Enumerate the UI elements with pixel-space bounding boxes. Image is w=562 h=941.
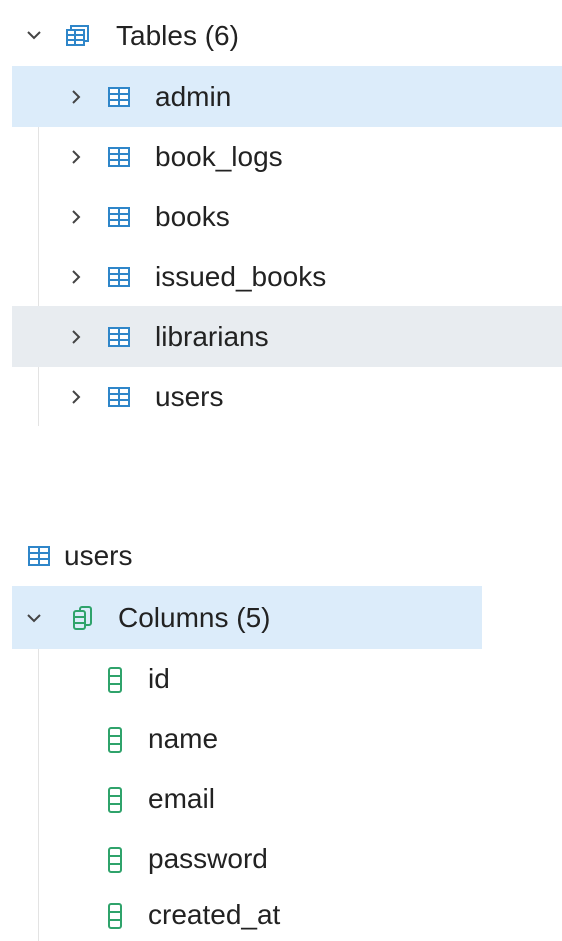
column-node-password[interactable]: password (12, 829, 482, 889)
chevron-down-icon[interactable] (26, 610, 42, 626)
table-label: book_logs (155, 141, 283, 172)
table-icon (108, 86, 130, 108)
chevron-right-icon[interactable] (68, 329, 84, 345)
columns-group-icon (72, 606, 94, 630)
chevron-right-icon[interactable] (68, 209, 84, 225)
column-icon (108, 847, 130, 873)
tables-group-icon (66, 24, 89, 46)
table-icon (108, 146, 130, 168)
column-node-email[interactable]: email (12, 769, 482, 829)
column-node-id[interactable]: id (12, 649, 482, 709)
chevron-right-icon[interactable] (68, 89, 84, 105)
tables-group-label: Tables (6) (116, 20, 239, 51)
tables-group-node[interactable]: Tables (6) (12, 5, 562, 66)
column-icon (108, 787, 130, 813)
column-icon (108, 667, 130, 693)
column-label: id (148, 663, 170, 694)
table-icon (108, 266, 130, 288)
table-node-book-logs[interactable]: book_logs (12, 126, 562, 187)
table-label: users (64, 540, 133, 571)
chevron-right-icon[interactable] (68, 269, 84, 285)
column-icon (108, 903, 130, 929)
table-label: issued_books (155, 261, 327, 292)
table-label: librarians (155, 321, 269, 352)
table-node-users-expanded[interactable]: users (20, 526, 500, 586)
chevron-down-icon[interactable] (26, 27, 42, 43)
table-icon (108, 206, 130, 228)
table-icon (108, 326, 130, 348)
table-node-issued-books[interactable]: issued_books (12, 246, 562, 307)
column-label: email (148, 783, 215, 814)
column-icon (108, 727, 130, 753)
table-icon (28, 545, 50, 567)
table-node-users[interactable]: users (12, 366, 562, 427)
column-label: name (148, 723, 219, 754)
column-node-name[interactable]: name (12, 709, 482, 769)
table-label: admin (155, 81, 232, 112)
table-node-books[interactable]: books (12, 186, 562, 247)
column-label: created_at (148, 899, 281, 930)
columns-tree: users Columns (5) id name email password… (0, 520, 562, 941)
chevron-right-icon[interactable] (68, 389, 84, 405)
table-label: users (155, 381, 224, 412)
table-node-admin[interactable]: admin (12, 66, 562, 127)
columns-group-node[interactable]: Columns (5) (12, 586, 482, 649)
table-node-librarians[interactable]: librarians (12, 306, 562, 367)
table-icon (108, 386, 130, 408)
tables-tree: Tables (6) admin book_logs books issued_… (0, 0, 562, 430)
chevron-right-icon[interactable] (68, 149, 84, 165)
column-label: password (148, 843, 268, 874)
column-node-created-at[interactable]: created_at (12, 889, 482, 941)
table-label: books (155, 201, 230, 232)
columns-group-label: Columns (5) (118, 602, 271, 633)
